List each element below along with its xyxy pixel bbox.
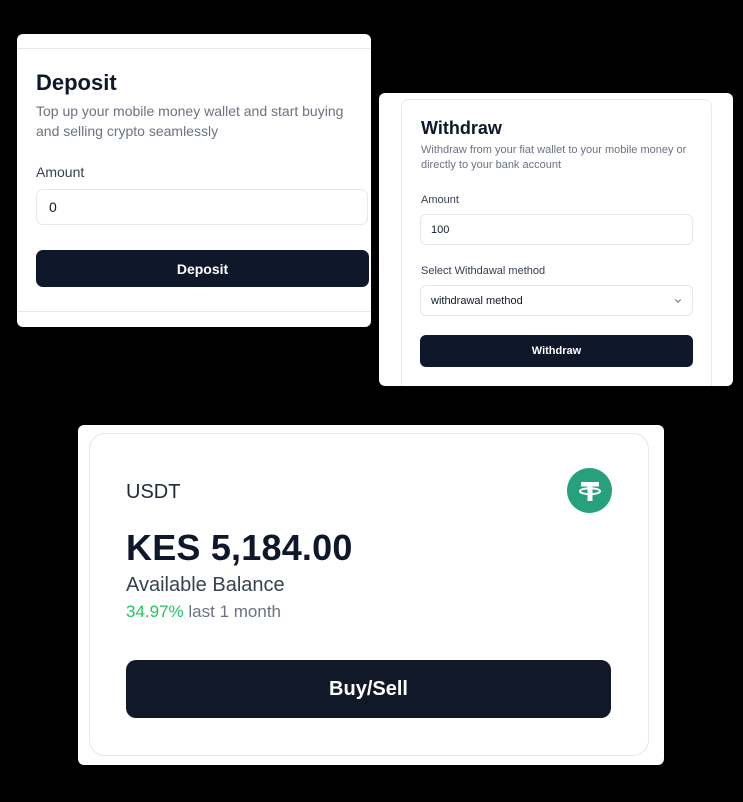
deposit-amount-input[interactable]: 0 [36,189,368,225]
change-period: last 1 month [188,602,282,621]
deposit-description: Top up your mobile money wallet and star… [36,103,344,139]
divider [17,311,371,312]
withdraw-method-select[interactable]: withdrawal method [420,285,693,316]
asset-name: USDT [126,481,181,503]
buy-sell-button[interactable]: Buy/Sell [126,660,611,718]
withdraw-method-value: withdrawal method [431,294,523,307]
withdraw-amount-value: 100 [431,223,450,236]
deposit-title: Deposit [36,70,117,95]
change-percentage: 34.97% [126,602,184,621]
balance-subtitle: Available Balance [126,574,285,596]
balance-amount: KES 5,184.00 [126,527,353,568]
chevron-down-icon [675,298,681,303]
balance-change: 34.97% last 1 month [126,602,281,622]
withdraw-amount-label: Amount [421,194,459,206]
deposit-button[interactable]: Deposit [36,250,369,287]
tether-glyph [578,481,601,501]
deposit-amount-label: Amount [36,164,85,180]
withdraw-title: Withdraw [421,118,502,138]
deposit-amount-value: 0 [49,199,57,215]
withdraw-description: Withdraw from your fiat wallet to your m… [421,144,687,171]
withdraw-method-label: Select Withdawal method [421,265,546,277]
balance-panel: USDT KES 5,184.00 Available Balance 34.9… [78,425,664,765]
tether-icon [567,468,612,513]
withdraw-panel: Withdraw Withdraw from your fiat wallet … [379,93,733,386]
deposit-panel: Deposit Top up your mobile money wallet … [17,34,371,327]
withdraw-button[interactable]: Withdraw [420,335,693,367]
divider [17,48,371,49]
withdraw-amount-input[interactable]: 100 [420,214,693,245]
